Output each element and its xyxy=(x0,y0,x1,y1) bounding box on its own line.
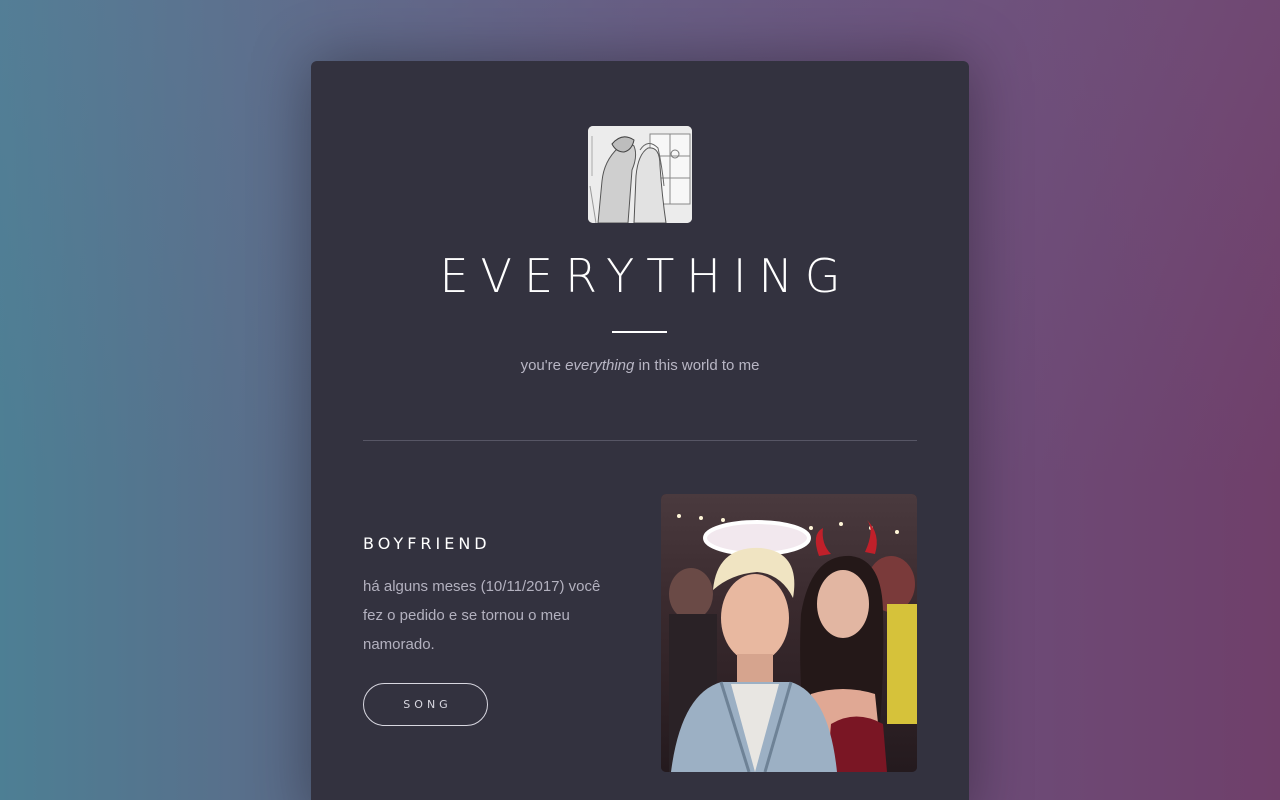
tagline-emphasis: everything xyxy=(565,357,635,374)
section-divider xyxy=(363,440,917,441)
tagline-suffix: in this world to me xyxy=(634,357,760,374)
site-title: EVERYTHING xyxy=(439,249,853,303)
tagline-prefix: you're xyxy=(520,357,566,374)
couple-photo-image xyxy=(661,494,917,772)
content-card: EVERYTHING you're everything in this wor… xyxy=(311,61,969,800)
manga-illustration-image xyxy=(588,126,692,223)
song-button[interactable]: SONG xyxy=(363,683,488,726)
title-divider xyxy=(612,331,667,333)
post-body: há alguns meses (10/11/2017) você fez o … xyxy=(363,578,601,653)
avatar xyxy=(588,126,692,223)
site-tagline: you're everything in this world to me xyxy=(311,357,969,374)
post-heading: BOYFRIEND xyxy=(363,534,491,553)
post-photo xyxy=(661,494,917,772)
